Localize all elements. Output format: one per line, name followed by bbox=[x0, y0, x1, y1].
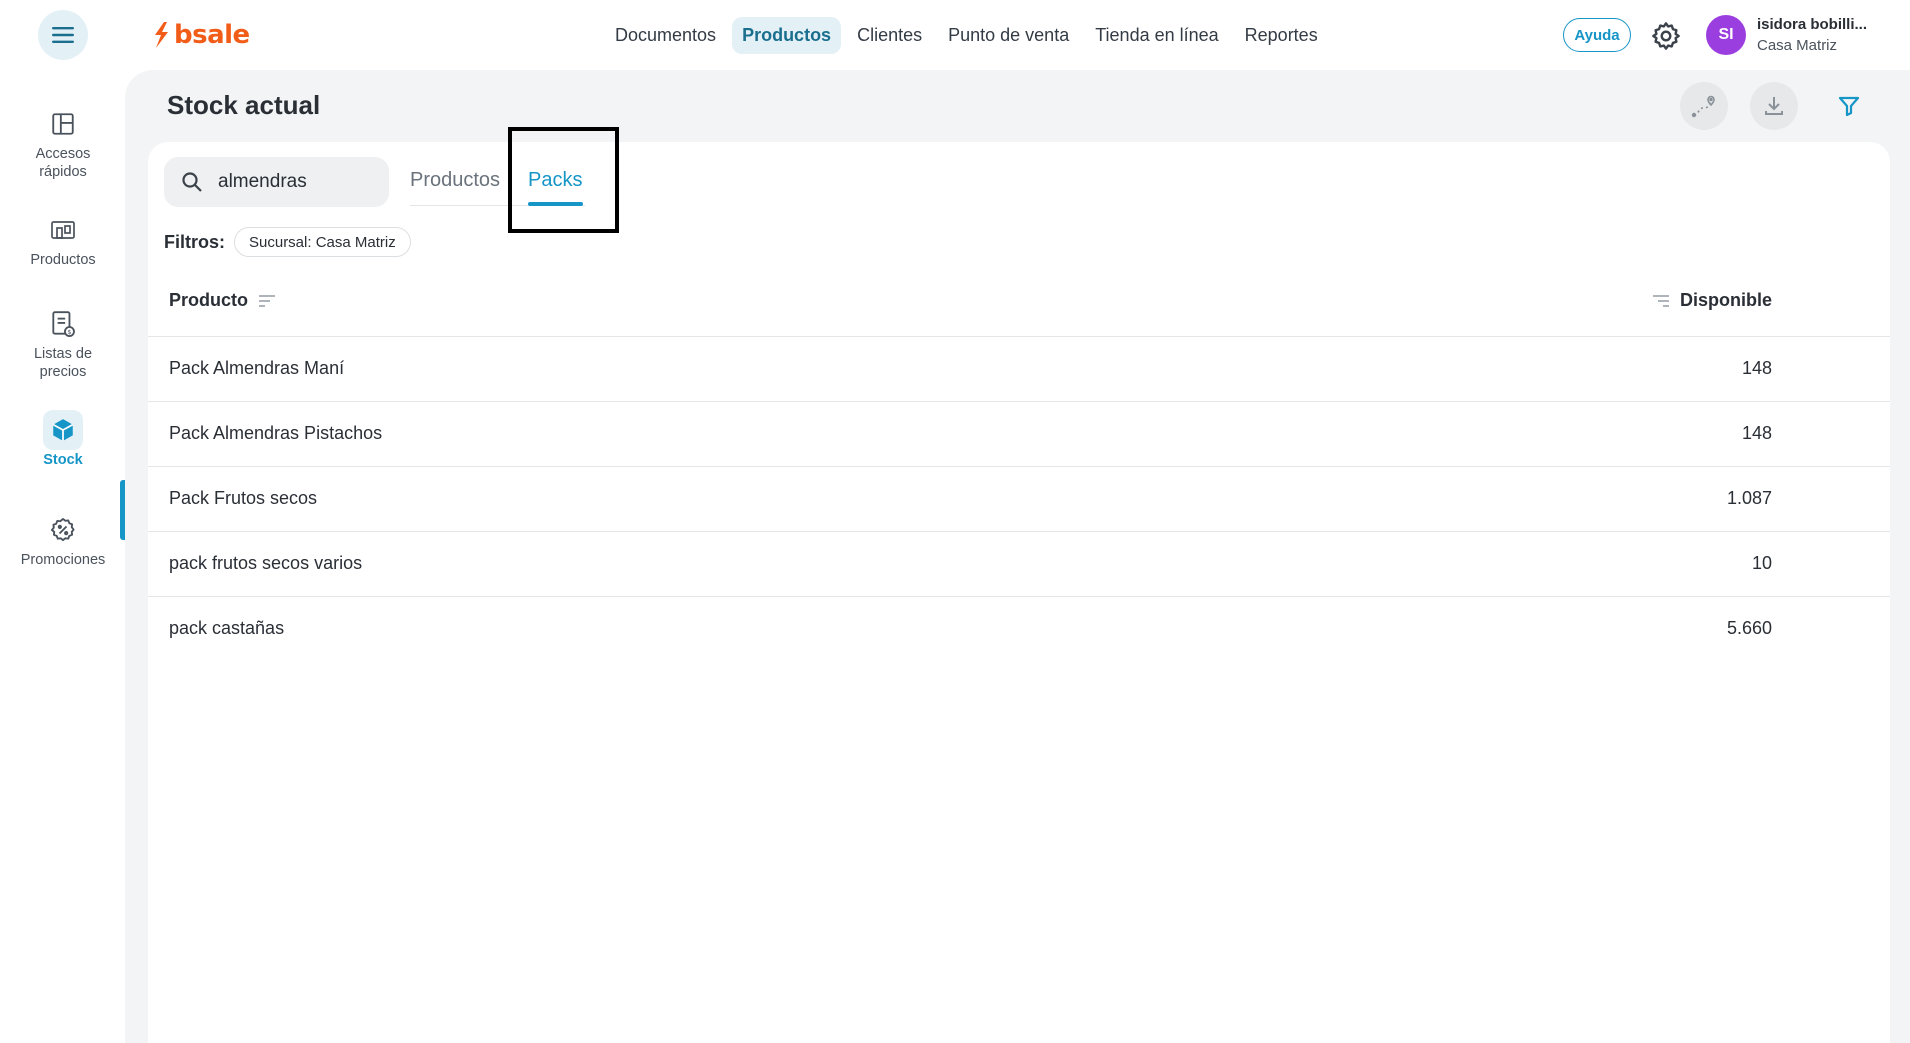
sidebar-label: Listas de bbox=[33, 346, 93, 362]
nav-tienda-en-linea[interactable]: Tienda en línea bbox=[1085, 17, 1228, 54]
product-name: Pack Almendras Pistachos bbox=[169, 423, 383, 443]
sidebar-label: Promociones bbox=[20, 552, 106, 568]
main-panel: Stock actual almendras Productos Packs F… bbox=[125, 70, 1910, 1043]
layout-icon bbox=[43, 104, 83, 144]
sidebar-label: Accesos bbox=[35, 146, 91, 162]
products-icon bbox=[43, 210, 83, 250]
column-header-product-label: Producto bbox=[169, 290, 248, 310]
user-name[interactable]: isidora bobilli... bbox=[1757, 16, 1897, 33]
user-avatar[interactable]: SI bbox=[1706, 15, 1746, 55]
table-row[interactable]: Pack Frutos secos 1.087 bbox=[148, 467, 1890, 532]
available-qty: 5.660 bbox=[1726, 618, 1772, 638]
table-row[interactable]: Pack Almendras Pistachos 148 bbox=[148, 402, 1890, 467]
sidebar-item-productos[interactable]: Productos bbox=[0, 210, 126, 268]
sort-icon[interactable] bbox=[258, 294, 276, 308]
box-icon bbox=[43, 410, 83, 450]
download-button[interactable] bbox=[1750, 82, 1798, 130]
sidebar-item-listas-de-precios[interactable]: $ Listas de precios bbox=[0, 304, 126, 380]
sidebar-item-promociones[interactable]: Promociones bbox=[0, 510, 126, 568]
sidebar-label: Productos bbox=[30, 252, 96, 268]
svg-text:$: $ bbox=[67, 328, 71, 336]
sidebar-item-accesos-rapidos[interactable]: Accesos rápidos bbox=[0, 104, 126, 180]
sidebar: Accesos rápidos Productos $ Listas de pr… bbox=[0, 70, 126, 1043]
available-qty: 148 bbox=[1741, 358, 1772, 378]
product-name: Pack Frutos secos bbox=[169, 488, 318, 508]
product-name: Pack Almendras Maní bbox=[169, 358, 345, 378]
table-row[interactable]: pack frutos secos varios 10 bbox=[148, 532, 1890, 597]
nav-punto-de-venta[interactable]: Punto de venta bbox=[938, 17, 1079, 54]
discount-icon bbox=[43, 510, 83, 550]
search-value[interactable]: almendras bbox=[218, 171, 307, 193]
bsale-logo[interactable]: bsale bbox=[152, 18, 250, 52]
column-header-available-label: Disponible bbox=[1679, 290, 1772, 310]
column-header-product[interactable]: Producto bbox=[169, 290, 276, 311]
nav-clientes[interactable]: Clientes bbox=[847, 17, 932, 54]
gear-icon[interactable] bbox=[1650, 20, 1682, 52]
price-list-icon: $ bbox=[43, 304, 83, 344]
page-title: Stock actual bbox=[167, 90, 321, 120]
column-header-available[interactable]: Disponible bbox=[1652, 290, 1772, 311]
available-qty: 148 bbox=[1741, 423, 1772, 443]
filter-button[interactable] bbox=[1825, 82, 1873, 130]
menu-icon bbox=[52, 27, 74, 43]
sidebar-label: rápidos bbox=[39, 164, 87, 180]
filter-icon bbox=[1838, 96, 1860, 117]
sidebar-item-stock[interactable]: Stock bbox=[0, 410, 126, 468]
route-button[interactable] bbox=[1680, 82, 1728, 130]
table-row[interactable]: pack castañas 5.660 bbox=[148, 597, 1890, 662]
sidebar-label: precios bbox=[39, 364, 87, 380]
tab-productos[interactable]: Productos bbox=[410, 169, 500, 192]
stock-card: almendras Productos Packs Filtros: Sucur… bbox=[148, 127, 1890, 1043]
help-button[interactable]: Ayuda bbox=[1563, 18, 1631, 52]
main-nav: Documentos Productos Clientes Punto de v… bbox=[605, 15, 1328, 55]
product-name: pack frutos secos varios bbox=[169, 553, 363, 573]
search-icon bbox=[182, 172, 202, 192]
hamburger-menu-button[interactable] bbox=[38, 10, 88, 60]
search-input[interactable]: almendras bbox=[164, 157, 389, 207]
table-row[interactable]: Pack Almendras Maní 148 bbox=[148, 337, 1890, 402]
filter-chip-sucursal[interactable]: Sucursal: Casa Matriz bbox=[234, 227, 411, 257]
route-icon bbox=[1691, 95, 1715, 118]
filters-label: Filtros: bbox=[164, 232, 225, 252]
nav-documentos[interactable]: Documentos bbox=[605, 17, 726, 54]
available-qty: 1.087 bbox=[1726, 488, 1772, 508]
nav-reportes[interactable]: Reportes bbox=[1235, 17, 1328, 54]
nav-productos[interactable]: Productos bbox=[732, 16, 842, 54]
sidebar-label: Stock bbox=[43, 452, 83, 468]
sort-icon[interactable] bbox=[1652, 294, 1670, 308]
top-bar: bsale Documentos Productos Clientes Punt… bbox=[0, 0, 1910, 70]
product-name: pack castañas bbox=[169, 618, 285, 638]
highlight-box bbox=[508, 127, 619, 233]
bsale-bolt-icon bbox=[155, 22, 168, 48]
available-qty: 10 bbox=[1751, 553, 1772, 573]
logo-text: bsale bbox=[174, 20, 250, 50]
user-branch: Casa Matriz bbox=[1757, 37, 1838, 54]
download-icon bbox=[1765, 97, 1783, 115]
